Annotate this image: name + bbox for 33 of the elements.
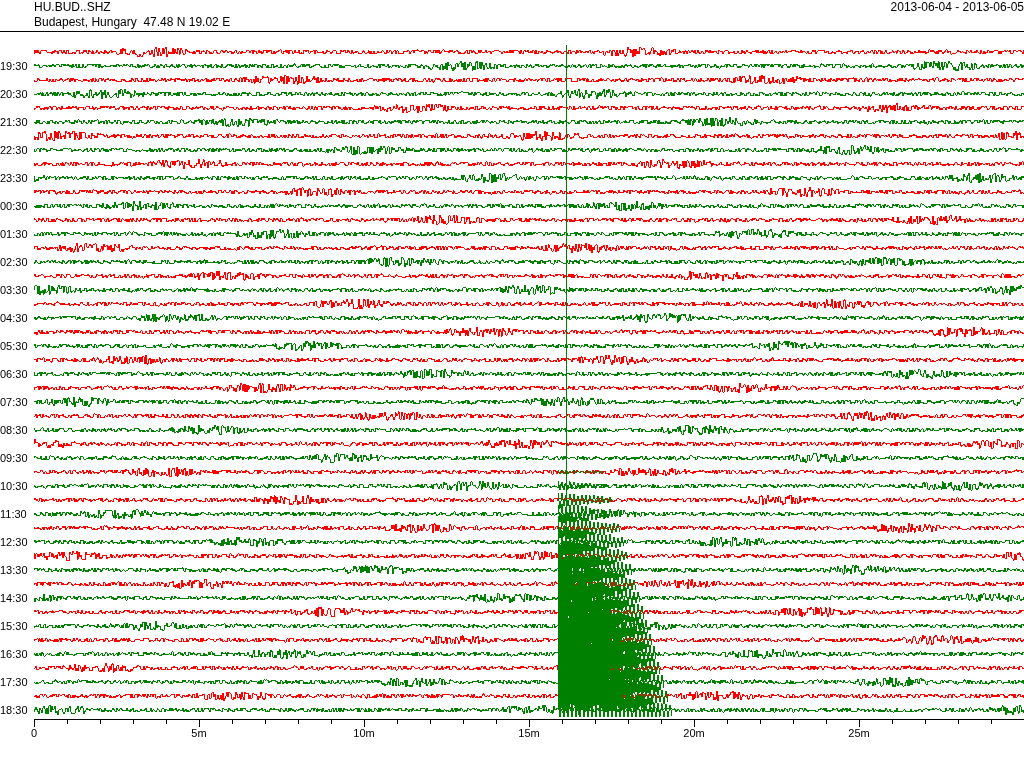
station-location: Budapest, Hungary 47.48 N 19.02 E (34, 15, 231, 30)
time-label: 23:30 (0, 172, 28, 184)
axis-tick-label: 5m (191, 727, 207, 739)
time-label: 22:30 (0, 144, 28, 156)
time-label: 18:30 (0, 704, 28, 716)
time-label: 08:30 (0, 424, 28, 436)
time-label: 17:30 (0, 676, 28, 688)
time-label: 13:30 (0, 564, 28, 576)
time-label: 10:30 (0, 480, 28, 492)
time-label: 00:30 (0, 200, 28, 212)
time-label: 05:30 (0, 340, 28, 352)
time-label: 12:30 (0, 536, 28, 548)
time-label: 01:30 (0, 228, 28, 240)
time-label: 09:30 (0, 452, 28, 464)
axis-tick-label: 10m (353, 727, 375, 739)
date-range: 2013-06-04 - 2013-06-05 (890, 0, 1024, 16)
time-label: 16:30 (0, 648, 28, 660)
time-label: 20:30 (0, 88, 28, 100)
time-label: 19:30 (0, 60, 28, 72)
time-label: 15:30 (0, 620, 28, 632)
axis-tick-label: 25m (848, 727, 870, 739)
axis-tick-label: 15m (518, 727, 540, 739)
time-label: 07:30 (0, 396, 28, 408)
time-label: 06:30 (0, 368, 28, 380)
time-label: 03:30 (0, 284, 28, 296)
time-label: 11:30 (0, 508, 27, 520)
time-label: 21:30 (0, 116, 28, 128)
station-code: HU.BUD..SHZ (34, 0, 112, 15)
time-label: 04:30 (0, 312, 28, 324)
time-label: 14:30 (0, 592, 28, 604)
time-label: 02:30 (0, 256, 28, 268)
axis-tick-label: 0 (30, 727, 38, 739)
axis-tick-label: 20m (683, 727, 705, 739)
